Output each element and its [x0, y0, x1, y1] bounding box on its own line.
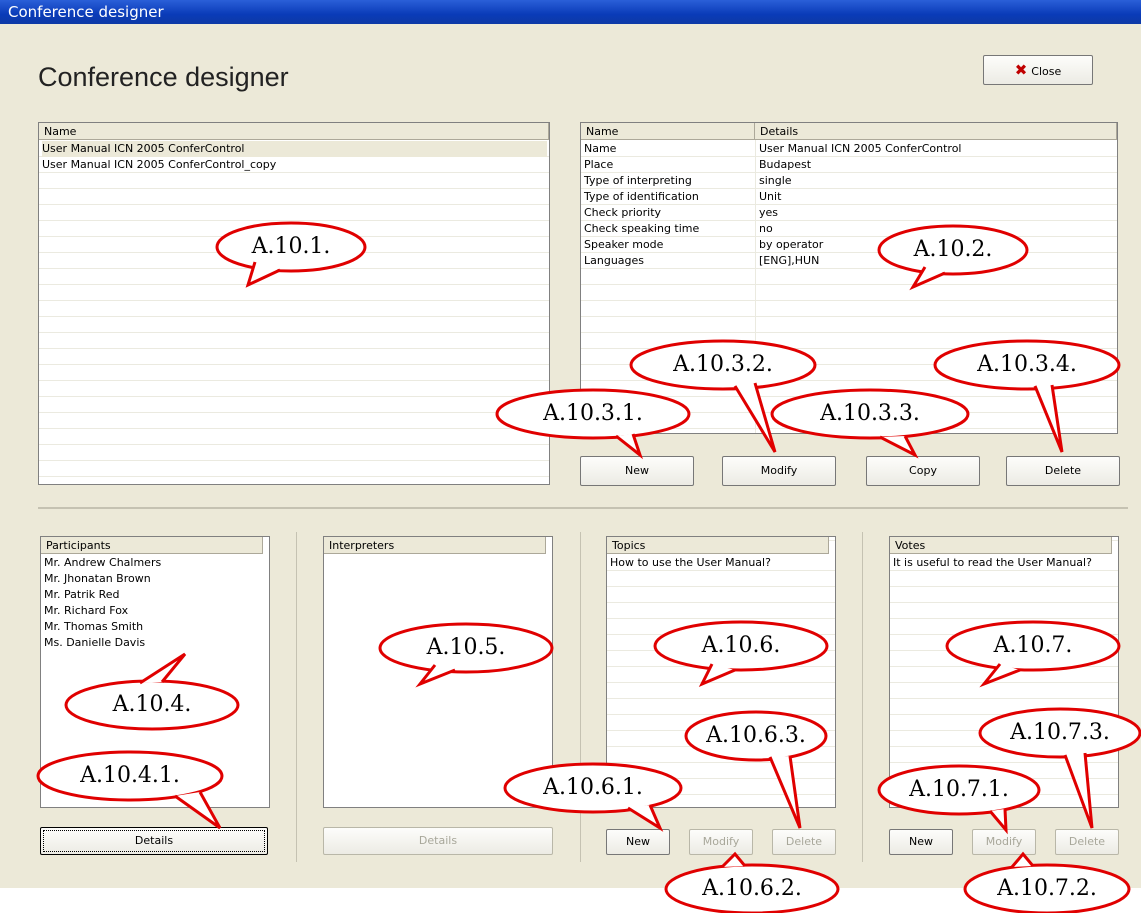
callout-a-10-7-3: A.10.7.3.	[1010, 720, 1110, 745]
callout-a-10-3-4: A.10.3.4.	[977, 352, 1077, 377]
callout-a-10-4-1: A.10.4.1.	[80, 763, 180, 788]
interpreters-header[interactable]: Interpreters	[324, 537, 546, 554]
callout-a-10-3-2: A.10.3.2.	[673, 352, 773, 377]
conference-delete-button[interactable]: Delete	[1006, 456, 1120, 486]
details-row-value[interactable]: yes	[759, 205, 778, 221]
participant-list-item[interactable]: Ms. Danielle Davis	[44, 635, 145, 651]
vertical-separator-3	[862, 532, 863, 862]
conference-list-header-name[interactable]: Name	[39, 123, 549, 140]
red-x-icon: ✖	[1014, 61, 1028, 79]
close-button[interactable]: ✖ Close	[983, 55, 1093, 85]
details-header-name[interactable]: Name	[581, 123, 755, 140]
participant-list-item[interactable]: Mr. Patrik Red	[44, 587, 120, 603]
participant-list-item[interactable]: Mr. Thomas Smith	[44, 619, 143, 635]
participant-list-item[interactable]: Mr. Richard Fox	[44, 603, 128, 619]
details-row-name[interactable]: Check priority	[584, 205, 661, 221]
details-row-value[interactable]: Budapest	[759, 157, 811, 173]
details-row-value[interactable]: no	[759, 221, 773, 237]
callout-a-10-6-2: A.10.6.2.	[702, 876, 802, 901]
close-button-label: Close	[1031, 65, 1062, 78]
details-row-value[interactable]: Unit	[759, 189, 781, 205]
callout-a-10-6-1: A.10.6.1.	[543, 775, 643, 800]
details-header-details[interactable]: Details	[755, 123, 1117, 140]
participants-header[interactable]: Participants	[41, 537, 263, 554]
topics-delete-button[interactable]: Delete	[772, 829, 836, 855]
page-title: Conference designer	[38, 62, 289, 92]
details-row-name[interactable]: Speaker mode	[584, 237, 663, 253]
callout-a-10-7: A.10.7.	[993, 633, 1073, 658]
votes-modify-button[interactable]: Modify	[972, 829, 1036, 855]
conference-details-grid[interactable]: Name Details Name User Manual ICN 2005 Co…	[580, 122, 1118, 434]
votes-header[interactable]: Votes	[890, 537, 1112, 554]
details-row-name[interactable]: Place	[584, 157, 613, 173]
topics-header[interactable]: Topics	[607, 537, 829, 554]
participant-list-item[interactable]: Mr. Jhonatan Brown	[44, 571, 151, 587]
conference-designer-window: Conference designer Conference designer …	[0, 0, 1141, 888]
callout-a-10-6: A.10.6.	[701, 633, 781, 658]
conference-copy-button[interactable]: Copy	[866, 456, 980, 486]
participant-list-item[interactable]: Mr. Andrew Chalmers	[44, 555, 161, 571]
votes-delete-button[interactable]: Delete	[1055, 829, 1119, 855]
details-row-value[interactable]: User Manual ICN 2005 ConferControl	[759, 141, 962, 157]
callout-a-10-1: A.10.1.	[251, 234, 331, 259]
votes-list[interactable]: Votes It is useful to read the User Manu…	[889, 536, 1119, 808]
interpreters-list[interactable]: Interpreters	[323, 536, 553, 808]
conference-modify-button[interactable]: Modify	[722, 456, 836, 486]
callout-a-10-3-3: A.10.3.3.	[820, 401, 920, 426]
details-row-name[interactable]: Type of identification	[584, 189, 699, 205]
details-row-value[interactable]: [ENG],HUN	[759, 253, 819, 269]
votes-new-button[interactable]: New	[889, 829, 953, 855]
callout-a-10-4: A.10.4.	[112, 692, 192, 717]
callout-a-10-7-1: A.10.7.1.	[909, 777, 1009, 802]
vertical-separator-2	[580, 532, 581, 862]
topics-modify-button[interactable]: Modify	[689, 829, 753, 855]
callout-a-10-7-2: A.10.7.2.	[997, 876, 1097, 901]
window-titlebar: Conference designer	[0, 0, 1141, 24]
callout-a-10-3-1: A.10.3.1.	[543, 401, 643, 426]
topics-list[interactable]: Topics How to use the User Manual?	[606, 536, 836, 808]
conference-list-item[interactable]: User Manual ICN 2005 ConferControl	[42, 141, 547, 157]
conference-list-item[interactable]: User Manual ICN 2005 ConferControl_copy	[42, 157, 547, 173]
details-column-divider	[755, 140, 756, 433]
details-row-name[interactable]: Check speaking time	[584, 221, 699, 237]
details-row-name[interactable]: Type of interpreting	[584, 173, 692, 189]
conference-new-button[interactable]: New	[580, 456, 694, 486]
participants-details-button[interactable]: Details	[40, 827, 268, 855]
callout-a-10-6-3: A.10.6.3.	[706, 723, 806, 748]
interpreters-details-button[interactable]: Details	[323, 827, 553, 855]
horizontal-separator	[38, 507, 1128, 509]
callout-a-10-5: A.10.5.	[426, 635, 506, 660]
vertical-separator-1	[296, 532, 297, 862]
callout-a-10-2: A.10.2.	[913, 237, 993, 262]
topic-list-item[interactable]: How to use the User Manual?	[610, 555, 771, 571]
topics-new-button[interactable]: New	[606, 829, 670, 855]
details-row-name[interactable]: Name	[584, 141, 616, 157]
details-row-name[interactable]: Languages	[584, 253, 644, 269]
details-row-value[interactable]: single	[759, 173, 792, 189]
details-row-value[interactable]: by operator	[759, 237, 823, 253]
vote-list-item[interactable]: It is useful to read the User Manual?	[893, 555, 1092, 571]
conference-list[interactable]: Name User Manual ICN 2005 ConferControl U…	[38, 122, 550, 485]
